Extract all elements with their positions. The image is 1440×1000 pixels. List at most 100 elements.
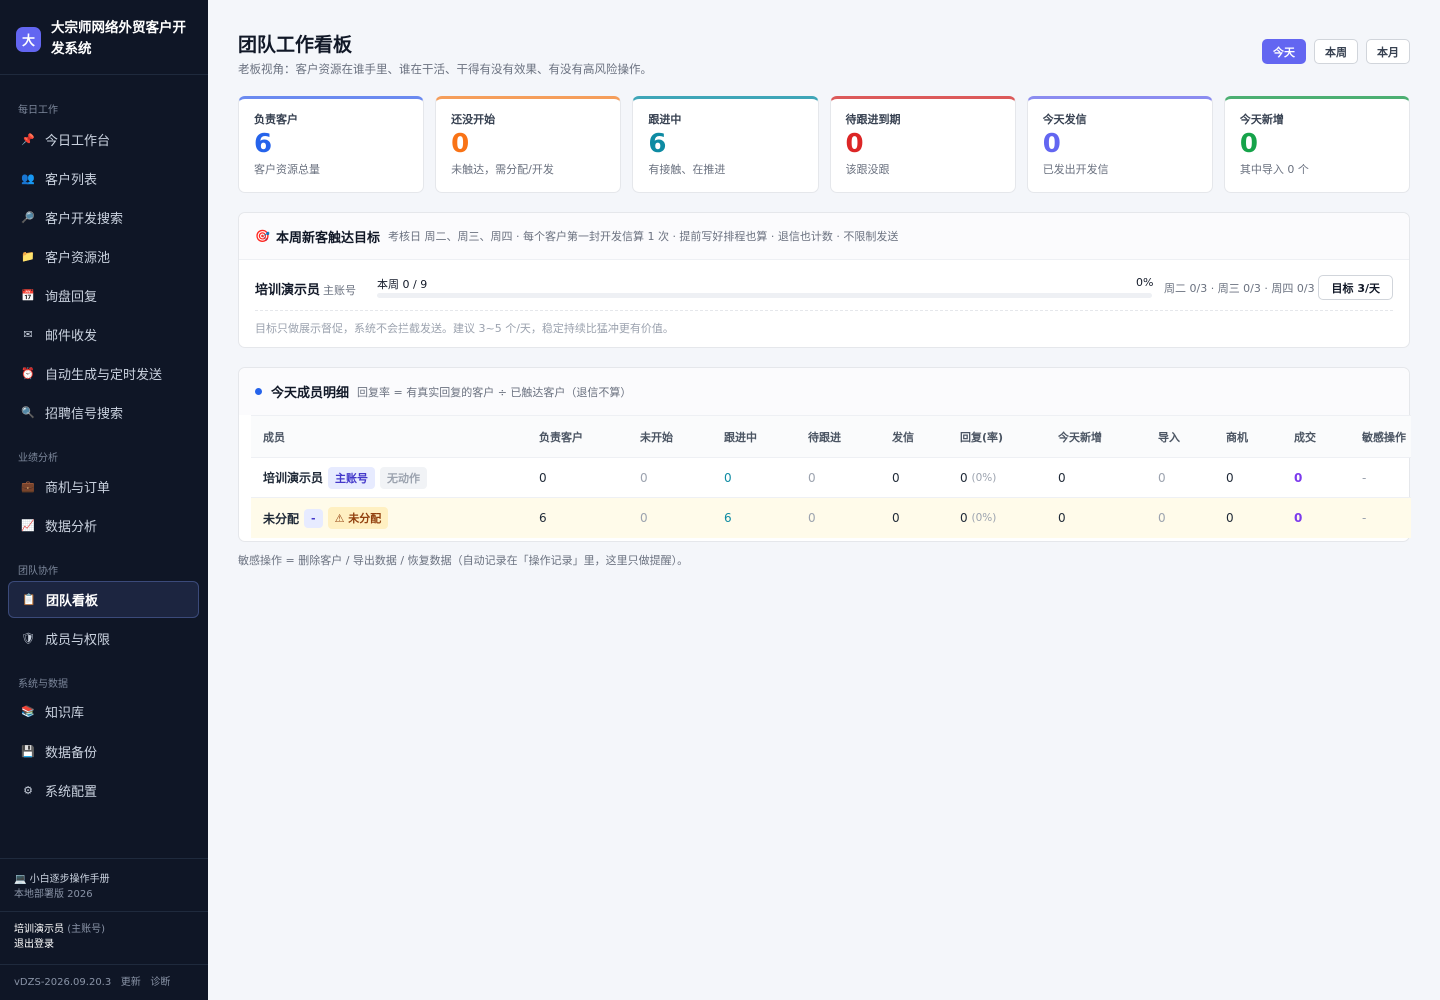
manual-link[interactable]: 💻 小白逐步操作手册 [14,872,194,887]
sidebar-item-members[interactable]: 🛡 成员与权限 [8,620,199,657]
target-icon: 🎯 [255,229,270,243]
sidebar-item-customers[interactable]: 👥 客户列表 [8,160,199,197]
column-header[interactable]: 今天新增 [1046,429,1146,445]
member-table: 成员 负责客户 未开始 跟进中 待跟进 发信 回复(率) 今天新增 导入 商机 … [251,415,1411,538]
kpi-note: 未触达，需分配/开发 [451,163,554,176]
column-header[interactable]: 未开始 [628,429,712,445]
kpi-card-not-started: 还没开始 0 未触达，需分配/开发 [435,96,622,193]
kpi-label: 还没开始 [451,113,496,126]
column-header[interactable]: 成员 [251,429,527,445]
table-row[interactable]: 培训演示员 主账号 无动作 0 0 0 0 0 0 (0%) 0 0 0 0 - [251,458,1411,498]
sidebar-item-settings[interactable]: ⚙ 系统配置 [8,772,199,809]
kpi-note: 客户资源总量 [254,163,320,176]
calendar-icon: 📅 [21,289,35,302]
users-icon: 👥 [21,172,35,185]
sidebar-item-team-board[interactable]: 📋 团队看板 [8,581,199,618]
sidebar-item-auto-send[interactable]: ⏰ 自动生成与定时发送 [8,355,199,392]
kpi-note: 有接触、在推进 [648,163,726,176]
cell-reply: 0 [960,470,968,485]
sidebar-item-prospect-search[interactable]: 🔎 客户开发搜索 [8,199,199,236]
sidebar-item-label: 客户资源池 [45,251,111,266]
weekly-goal-header: 🎯 本周新客触达目标 考核日 周二、周三、周四 · 每个客户第一封开发信算 1 … [239,213,1409,260]
folder-icon: 📁 [21,250,35,263]
goal-progress-bar [377,293,1152,298]
goal-target-button[interactable]: 目标 3/天 [1318,275,1393,300]
column-header[interactable]: 敏感操作 [1350,429,1411,445]
goal-member-role: 主账号 [323,284,357,297]
dot-icon [255,388,262,395]
cell-opps: 0 [1226,511,1234,525]
kpi-label: 今天新增 [1239,113,1284,126]
range-today-button[interactable]: 今天 [1262,39,1306,64]
sidebar-item-analytics[interactable]: 📈 数据分析 [8,507,199,544]
goal-percent: 0% [1136,276,1154,289]
cell-reply-rate: (0%) [971,512,997,524]
footnote: 敏感操作 = 删除客户 / 导出数据 / 恢复数据（自动记录在「操作记录」里，这… [238,554,689,567]
sidebar-item-label: 招聘信号搜索 [45,407,124,422]
sidebar-item-resource-pool[interactable]: 📁 客户资源池 [8,238,199,275]
column-header[interactable]: 回复(率) [948,429,1046,445]
kpi-note: 该跟没跟 [845,163,890,176]
kpi-card-overdue: 待跟进到期 0 该跟没跟 [829,96,1016,193]
column-header[interactable]: 负责客户 [527,429,628,445]
member-detail-title: 今天成员明细 [271,386,350,401]
column-header[interactable]: 商机 [1214,429,1282,445]
weekly-goal-card: 🎯 本周新客触达目标 考核日 周二、周三、周四 · 每个客户第一封开发信算 1 … [238,212,1410,348]
sidebar-item-backup[interactable]: 💾 数据备份 [8,733,199,770]
manual-block: 💻 小白逐步操作手册 本地部署版 2026 [0,858,208,911]
weekly-goal-title: 本周新客触达目标 [275,230,380,246]
magnifier-icon: 🔍 [21,406,35,419]
kpi-value: 6 [254,129,273,159]
cell-deals: 0 [1294,511,1303,525]
brand[interactable]: 大 大宗师网络外贸客户开发系统 [0,0,208,75]
sidebar-item-opportunities[interactable]: 💼 商机与订单 [8,468,199,505]
logout-link[interactable]: 退出登录 [14,937,194,952]
alarm-icon: ⏰ [21,367,35,380]
diagnose-link[interactable]: 诊断 [150,977,170,988]
kpi-value: 0 [451,129,470,159]
column-header[interactable]: 发信 [880,429,948,445]
column-header[interactable]: 成交 [1282,429,1350,445]
search-icon: 🔎 [21,211,35,224]
divider [255,310,1393,311]
column-header[interactable]: 跟进中 [712,429,796,445]
update-link[interactable]: 更新 [121,977,141,988]
table-row[interactable]: 未分配 - ⚠ 未分配 6 0 6 0 0 0 (0%) 0 0 0 0 - [251,498,1411,538]
kpi-card-sent-today: 今天发信 0 已发出开发信 [1026,96,1213,193]
cell-reply-rate: (0%) [971,471,997,484]
kpi-label: 跟进中 [648,113,682,126]
column-header[interactable]: 导入 [1146,429,1214,445]
kpi-value: 0 [845,129,864,159]
cell-not-started: 0 [640,470,648,485]
column-header[interactable]: 待跟进 [796,429,880,445]
sidebar-item-label: 成员与权限 [45,633,111,648]
disk-icon: 💾 [21,745,35,758]
mail-icon: ✉ [23,328,33,341]
sidebar-item-knowledge[interactable]: 📚 知识库 [8,693,199,730]
sidebar-item-inquiry-reply[interactable]: 📅 询盘回复 [8,277,199,314]
sidebar-item-workbench[interactable]: 📌 今日工作台 [8,121,199,158]
app-version: vDZS-2026.09.20.3 [14,977,112,988]
kpi-note: 其中导入 0 个 [1239,163,1309,176]
books-icon: 📚 [21,705,35,718]
sidebar-item-hiring-signals[interactable]: 🔍 招聘信号搜索 [8,394,199,431]
pin-icon: 📌 [21,133,35,146]
role-badge: 主账号 [328,466,376,489]
cell-imported: 0 [1158,470,1166,485]
sidebar-item-mail[interactable]: ✉ 邮件收发 [8,316,199,353]
role-badge: - [304,508,323,528]
cell-sent: 0 [892,470,900,485]
cell-sent: 0 [892,511,900,525]
status-badge: 无动作 [380,466,428,489]
nav-section-team: 团队协作 [18,566,58,577]
goal-day-breakdown: 周二 0/3 · 周三 0/3 · 周四 0/3 [1164,282,1315,295]
nav-section-system: 系统与数据 [18,679,68,690]
kpi-value: 0 [1042,129,1061,159]
range-month-button[interactable]: 本月 [1366,39,1410,64]
deploy-version: 本地部署版 2026 [14,889,93,900]
range-week-button[interactable]: 本周 [1314,39,1358,64]
goal-member-row: 培训演示员 主账号 本周 0 / 9 0% 周二 0/3 · 周三 0/3 · 周… [255,273,1393,303]
cell-opps: 0 [1226,470,1234,485]
cell-reply: 0 [960,511,968,525]
cell-following: 0 [724,470,732,485]
